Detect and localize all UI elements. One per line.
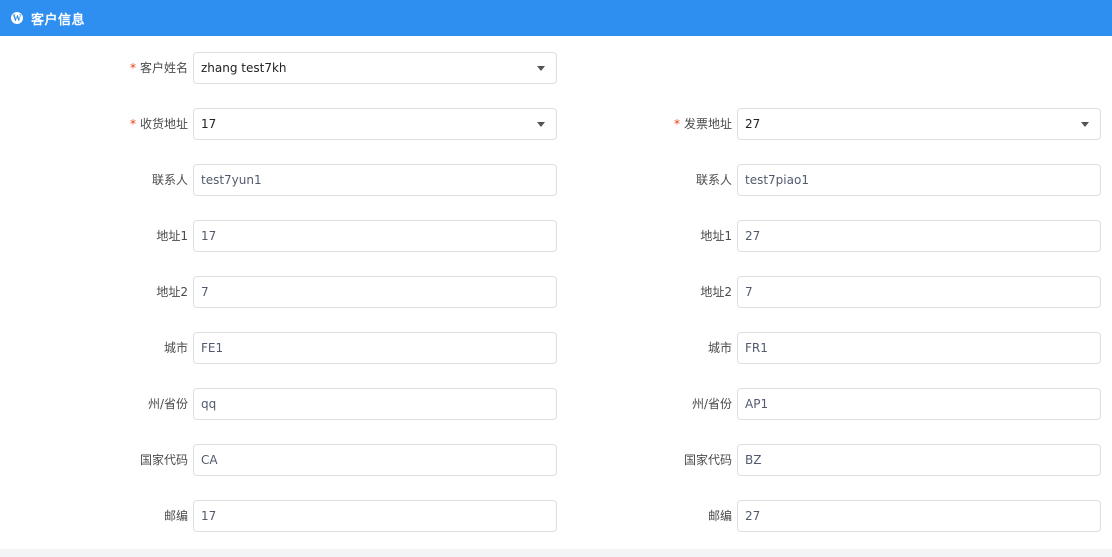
chevron-down-icon	[537, 66, 545, 71]
billing-contact-input[interactable]: test7piao1	[737, 164, 1101, 196]
customer-row: * 客户姓名 zhang test7kh	[0, 52, 1112, 84]
panel-header: W 客户信息	[0, 0, 1112, 36]
chevron-down-icon	[1081, 122, 1089, 127]
contact-row: 联系人 test7yun1 联系人 test7piao1	[0, 164, 1112, 196]
chevron-down-icon	[537, 122, 545, 127]
shipping-state-label: 州/省份	[147, 397, 188, 411]
shipping-address2-label: 地址2	[156, 285, 188, 299]
shipping-address2-input[interactable]: 7	[193, 276, 557, 308]
billing-address-select[interactable]: 27	[737, 108, 1101, 140]
address2-row: 地址2 7 地址2 7	[0, 276, 1112, 308]
required-marker: *	[129, 117, 136, 131]
billing-city-label: 城市	[707, 341, 732, 355]
shipping-zip-input[interactable]: 17	[193, 500, 557, 532]
required-marker: *	[673, 117, 680, 131]
zip-row: 邮编 17 邮编 27	[0, 500, 1112, 532]
shipping-country-label: 国家代码	[139, 453, 188, 467]
billing-country-input[interactable]: BZ	[737, 444, 1101, 476]
city-row: 城市 FE1 城市 FR1	[0, 332, 1112, 364]
billing-zip-input[interactable]: 27	[737, 500, 1101, 532]
shipping-contact-label: 联系人	[151, 173, 188, 187]
shipping-address1-input[interactable]: 17	[193, 220, 557, 252]
address-select-row: * 收货地址 17 * 发票地址 27	[0, 108, 1112, 140]
shipping-state-input[interactable]: qq	[193, 388, 557, 420]
customer-name-select[interactable]: zhang test7kh	[193, 52, 557, 84]
billing-zip-label: 邮编	[707, 509, 732, 523]
billing-address1-input[interactable]: 27	[737, 220, 1101, 252]
billing-address-value: 27	[745, 117, 761, 131]
billing-state-label: 州/省份	[691, 397, 732, 411]
bottom-divider	[0, 549, 1112, 557]
billing-contact-label: 联系人	[695, 173, 732, 187]
shipping-contact-input[interactable]: test7yun1	[193, 164, 557, 196]
shipping-city-input[interactable]: FE1	[193, 332, 557, 364]
shipping-address-label: 收货地址	[139, 117, 188, 131]
country-row: 国家代码 CA 国家代码 BZ	[0, 444, 1112, 476]
billing-address2-label: 地址2	[700, 285, 732, 299]
required-marker: *	[129, 61, 136, 75]
shipping-country-input[interactable]: CA	[193, 444, 557, 476]
address1-row: 地址1 17 地址1 27	[0, 220, 1112, 252]
customer-name-label: 客户姓名	[139, 61, 188, 75]
panel-title: 客户信息	[31, 12, 86, 28]
state-row: 州/省份 qq 州/省份 AP1	[0, 388, 1112, 420]
billing-address2-input[interactable]: 7	[737, 276, 1101, 308]
billing-state-input[interactable]: AP1	[737, 388, 1101, 420]
billing-country-label: 国家代码	[683, 453, 732, 467]
billing-address1-label: 地址1	[700, 229, 732, 243]
shipping-address-value: 17	[201, 117, 217, 131]
billing-city-input[interactable]: FR1	[737, 332, 1101, 364]
shipping-zip-label: 邮编	[163, 509, 188, 523]
wordpress-icon: W	[11, 12, 23, 24]
customer-name-value: zhang test7kh	[201, 61, 287, 75]
billing-address-label: 发票地址	[683, 117, 732, 131]
shipping-address-select[interactable]: 17	[193, 108, 557, 140]
shipping-city-label: 城市	[163, 341, 188, 355]
shipping-address1-label: 地址1	[156, 229, 188, 243]
